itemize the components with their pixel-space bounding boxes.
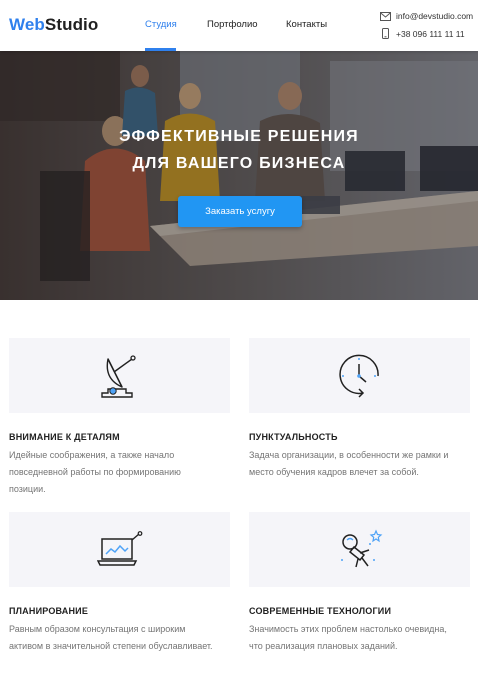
logo-part-studio: Studio	[44, 15, 99, 34]
feature-text-line: место обучения кадров влечет за собой.	[249, 467, 419, 477]
phone-text: +38 096 111 11 11	[396, 28, 465, 39]
feature-title: СОВРЕМЕННЫЕ ТЕХНОЛОГИИ	[249, 606, 392, 616]
phone-icon	[382, 28, 389, 39]
feature-text-line: позиции.	[9, 484, 46, 494]
logo-part-web: Web	[9, 15, 45, 34]
clock-icon	[338, 354, 379, 398]
order-service-button[interactable]: Заказать услугу	[178, 196, 302, 227]
hero-title-line-2: ДЛЯ ВАШЕГО БИЗНЕСА	[132, 155, 346, 172]
feature-text-line: Задача организации, в особенности же рам…	[249, 450, 449, 460]
hero-section: ЭФФЕКТИВНЫЕ РЕШЕНИЯ ДЛЯ ВАШЕГО БИЗНЕСА З…	[0, 51, 478, 300]
hero-title-line-1: ЭФФЕКТИВНЫЕ РЕШЕНИЯ	[119, 128, 359, 145]
feature-text: Идейные соображения, а также начало повс…	[9, 447, 231, 498]
feature-title: ПУНКТУАЛЬНОСТЬ	[249, 432, 338, 442]
astronaut-icon	[340, 528, 382, 567]
feature-text-line: активом в значительной степени обуславли…	[9, 641, 213, 651]
feature-card-planning	[9, 512, 230, 587]
feature-text-line: Равным образом консультация с широким	[9, 624, 186, 634]
satellite-dish-icon	[100, 354, 136, 398]
email-text: info@devstudio.com	[396, 11, 474, 21]
nav-item-portfolio[interactable]: Портфолио	[207, 19, 258, 30]
feature-text: Равным образом консультация с широким ак…	[9, 621, 231, 655]
feature-text-line: что реализация плановых заданий.	[249, 641, 398, 651]
feature-card-details	[9, 338, 230, 413]
logo[interactable]: WebStudio	[9, 15, 98, 35]
feature-title: ПЛАНИРОВАНИЕ	[9, 606, 89, 616]
feature-text-line: повседневной работы по формированию	[9, 467, 181, 477]
feature-text: Задача организации, в особенности же рам…	[249, 447, 471, 481]
feature-text: Значимость этих проблем настолько очевид…	[249, 621, 471, 655]
email-contact[interactable]: info@devstudio.com	[380, 11, 473, 21]
phone-contact[interactable]: +38 096 111 11 11	[380, 28, 465, 39]
site-header: WebStudio Студия Портфолио Контакты info…	[0, 0, 478, 51]
envelope-icon	[380, 11, 391, 21]
feature-card-punctuality	[249, 338, 470, 413]
hero-office-photo	[0, 51, 478, 300]
nav-item-contacts[interactable]: Контакты	[286, 19, 327, 30]
nav-item-studio[interactable]: Студия	[145, 19, 177, 30]
feature-card-technologies	[249, 512, 470, 587]
active-nav-underline	[145, 48, 176, 51]
feature-title: ВНИМАНИЕ К ДЕТАЛЯМ	[9, 432, 120, 442]
laptop-chart-icon	[96, 530, 142, 566]
feature-text-line: Значимость этих проблем настолько очевид…	[249, 624, 447, 634]
feature-text-line: Идейные соображения, а также начало	[9, 450, 175, 460]
